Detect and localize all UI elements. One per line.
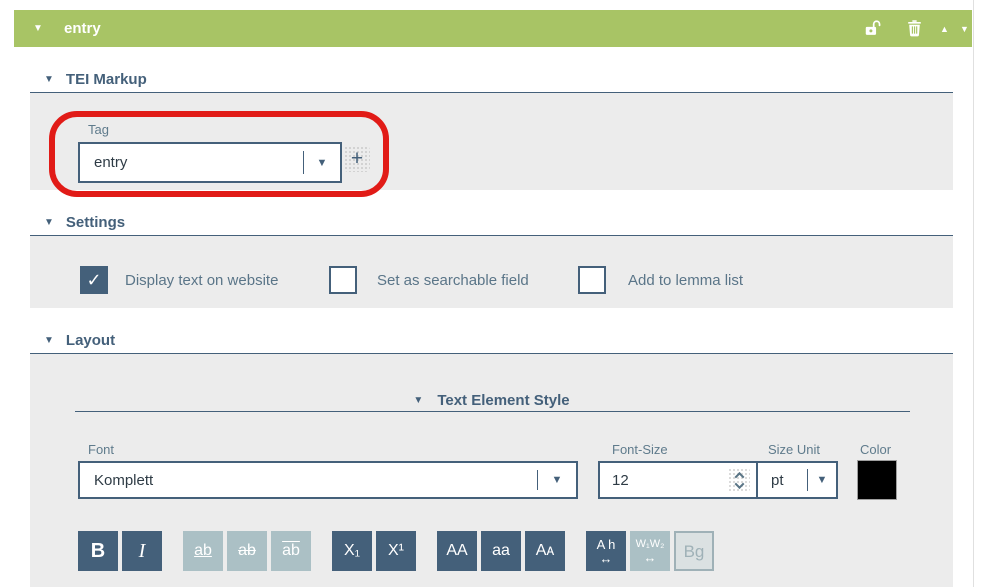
tag-field-label: Tag <box>88 122 109 137</box>
font-size-input-wrap <box>598 461 758 499</box>
left-right-arrow-icon: ↔ <box>644 551 657 564</box>
uppercase-button[interactable]: AA <box>437 531 477 571</box>
button-label: AA <box>446 543 467 559</box>
checkbox-set-as-searchable-field[interactable] <box>329 266 357 294</box>
text-element-style-header: ▼ Text Element Style <box>30 390 953 409</box>
button-label: aa <box>492 543 510 559</box>
check-icon: ✓ <box>86 271 101 289</box>
button-label: I <box>139 541 146 561</box>
button-label: ab <box>238 543 256 559</box>
button-label: B <box>91 541 105 561</box>
section-title: Layout <box>66 332 115 349</box>
collapse-section-icon: ▼ <box>44 336 54 346</box>
add-tag-button[interactable]: + <box>344 146 370 172</box>
strikethrough-button[interactable]: ab <box>227 531 267 571</box>
italic-button[interactable]: I <box>122 531 162 571</box>
move-down-icon[interactable]: ▼ <box>960 10 969 47</box>
font-value: Komplett <box>80 463 537 497</box>
letter-spacing-button[interactable]: A h ↔ <box>586 531 626 571</box>
size-unit-combobox[interactable]: pt ▼ <box>756 461 838 499</box>
unlock-icon[interactable] <box>863 10 882 47</box>
button-label: X¹ <box>388 543 404 559</box>
font-size-input[interactable] <box>600 472 700 489</box>
section-header-settings[interactable]: ▼ Settings <box>44 214 125 231</box>
chevron-down-icon[interactable]: ▼ <box>304 144 340 181</box>
left-right-arrow-icon: ↔ <box>600 552 613 565</box>
superscript-button[interactable]: X¹ <box>376 531 416 571</box>
checkbox-label: Add to lemma list <box>628 266 743 294</box>
tag-value: entry <box>80 144 303 181</box>
button-label: A h <box>597 538 616 551</box>
bold-button[interactable]: B <box>78 531 118 571</box>
subscript-button[interactable]: X₁ <box>332 531 372 571</box>
button-label: Bg <box>684 543 705 560</box>
chevron-down-icon[interactable]: ▼ <box>538 463 576 497</box>
section-header-tei-markup[interactable]: ▼ TEI Markup <box>44 71 147 88</box>
font-field-label: Font <box>88 442 114 457</box>
word-spacing-button[interactable]: W₁W₂ ↔ <box>630 531 670 571</box>
right-edge-rule <box>973 0 974 587</box>
overline-button[interactable]: ab <box>271 531 311 571</box>
color-field-label: Color <box>860 442 891 457</box>
lowercase-button[interactable]: aa <box>481 531 521 571</box>
collapse-widget-icon[interactable]: ▼ <box>33 10 43 47</box>
section-header-text-element-style[interactable]: ▼ Text Element Style <box>413 392 569 409</box>
widget-title: entry <box>64 10 101 47</box>
spinner-down-icon[interactable] <box>734 479 744 489</box>
element-editor-page: ▼ entry ▲ ▼ ▼ TEI Markup <box>0 0 986 587</box>
button-label: X₁ <box>344 543 360 559</box>
subsection-title: Text Element Style <box>437 392 569 409</box>
section-header-layout[interactable]: ▼ Layout <box>44 332 115 349</box>
number-spinner-icon[interactable] <box>728 468 750 492</box>
checkbox-label: Set as searchable field <box>377 266 529 294</box>
formatting-toolbar: B I ab ab ab X₁ X¹ AA aa Aᴀ A h ↔ <box>78 531 714 571</box>
subsection-divider <box>75 411 910 412</box>
button-label: ab <box>282 543 300 559</box>
button-label: W₁W₂ <box>636 539 665 550</box>
checkbox-add-to-lemma-list[interactable] <box>578 266 606 294</box>
section-title: TEI Markup <box>66 71 147 88</box>
size-unit-field-label: Size Unit <box>768 442 820 457</box>
checkbox-label: Display text on website <box>125 266 278 294</box>
color-swatch-button[interactable] <box>857 460 897 500</box>
section-title: Settings <box>66 214 125 231</box>
size-unit-value: pt <box>758 463 807 497</box>
font-combobox[interactable]: Komplett ▼ <box>78 461 578 499</box>
background-color-button[interactable]: Bg <box>674 531 714 571</box>
underline-button[interactable]: ab <box>183 531 223 571</box>
button-label: Aᴀ <box>536 543 555 559</box>
chevron-down-icon[interactable]: ▼ <box>808 463 836 497</box>
checkbox-display-text-on-website[interactable]: ✓ <box>80 266 108 294</box>
smallcaps-button[interactable]: Aᴀ <box>525 531 565 571</box>
collapse-section-icon: ▼ <box>44 75 54 85</box>
font-size-field-label: Font-Size <box>612 442 668 457</box>
delete-icon[interactable] <box>905 10 924 47</box>
tag-combobox[interactable]: entry ▼ <box>78 142 342 183</box>
collapse-section-icon: ▼ <box>413 395 423 406</box>
widget-header: ▼ entry ▲ ▼ <box>14 10 972 47</box>
collapse-section-icon: ▼ <box>44 218 54 228</box>
move-up-icon[interactable]: ▲ <box>940 10 949 47</box>
button-label: ab <box>194 543 212 559</box>
